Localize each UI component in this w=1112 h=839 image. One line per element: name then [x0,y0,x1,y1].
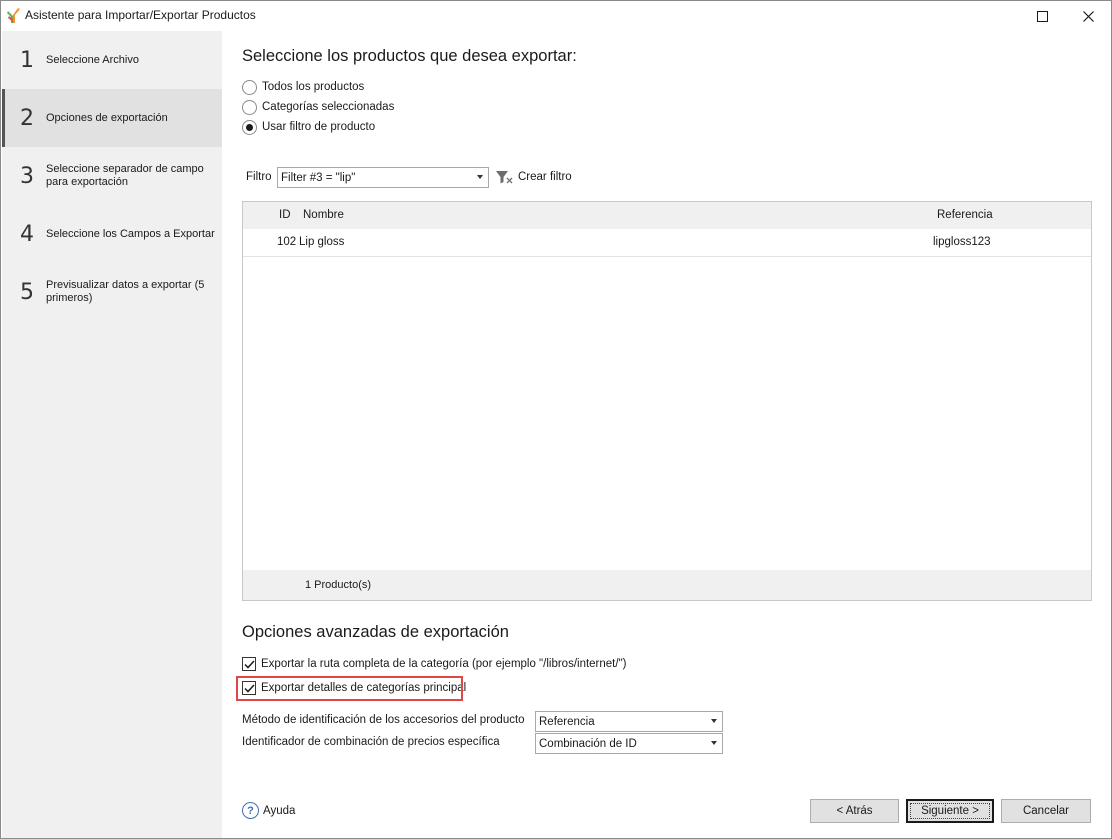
product-count: 1 Producto(s) [305,579,372,591]
filter-label: Filtro [246,171,272,183]
filter-dropdown[interactable]: Filter #3 = "lip" [277,167,489,188]
table-row[interactable]: 102 Lip gloss lipgloss123 [243,229,1091,257]
checkmark-icon [243,659,255,669]
maximize-icon [1036,10,1048,22]
next-button[interactable]: Siguiente > [906,799,994,823]
products-grid: ID Nombre Referencia 102 Lip gloss lipgl… [242,201,1092,601]
help-label: Ayuda [263,804,296,817]
page-title: Seleccione los productos que desea expor… [242,47,577,65]
radio-button[interactable] [242,99,257,115]
wizard-steps-sidebar: 1 Seleccione Archivo 2 Opciones de expor… [2,31,222,838]
window-title: Asistente para Importar/Exportar Product… [25,8,256,22]
create-filter-label: Crear filtro [518,171,572,183]
radio-use-product-filter[interactable]: Usar filtro de producto [242,119,375,135]
checkbox-label: Exportar la ruta completa de la categorí… [261,658,627,670]
filter-funnel-icon [496,171,513,184]
cancel-button-label: Cancelar [1022,805,1070,817]
close-button[interactable] [1065,1,1111,31]
combination-identifier-label: Identificador de combinación de precios … [242,736,500,748]
cell-reference: lipgloss123 [933,236,991,248]
checkbox[interactable] [242,657,256,671]
radio-button[interactable] [242,79,257,95]
maximize-button[interactable] [1019,1,1065,31]
filter-dropdown-value: Filter #3 = "lip" [281,171,356,184]
step-item-select-file[interactable]: 1 Seleccione Archivo [2,31,222,89]
radio-label: Todos los productos [262,81,365,93]
accessories-method-label: Método de identificación de los accesori… [242,714,525,726]
close-icon [1082,10,1094,22]
step-number: 2 [20,105,34,131]
step-label: Seleccione Archivo [46,53,139,66]
highlight-annotation [236,676,463,701]
radio-all-products[interactable]: Todos los productos [242,79,364,95]
step-item-select-fields[interactable]: 4 Seleccione los Campos a Exportar [2,205,222,263]
next-button-label: Siguiente > [910,803,990,819]
radio-label: Usar filtro de producto [262,121,376,133]
combination-identifier-value: Combinación de ID [539,737,637,750]
cancel-button[interactable]: Cancelar [1001,799,1091,823]
cell-name: Lip gloss [299,236,345,248]
step-item-preview[interactable]: 5 Previsualizar datos a exportar (5 prim… [2,263,222,321]
chevron-down-icon [477,175,483,179]
step-number: 4 [20,221,34,247]
radio-selected-categories[interactable]: Categorías seleccionadas [242,99,394,115]
radio-label: Categorías seleccionadas [262,101,395,113]
app-logo-icon [7,8,20,23]
step-label: Seleccione separador de campo para expor… [46,163,204,188]
step-label: Opciones de exportación [46,111,168,124]
column-header-reference[interactable]: Referencia [937,209,993,221]
accessories-method-dropdown[interactable]: Referencia [535,711,723,732]
grid-header: ID Nombre Referencia [243,202,1091,229]
create-filter-button[interactable]: Crear filtro [495,169,572,185]
wizard-window: Asistente para Importar/Exportar Product… [0,0,1112,839]
radio-button[interactable] [242,119,257,135]
advanced-options-heading: Opciones avanzadas de exportación [242,623,509,641]
help-link[interactable]: ? Ayuda [242,802,295,819]
column-header-id[interactable]: ID [279,209,291,221]
step-number: 3 [20,163,34,189]
step-label: Previsualizar datos a exportar (5 primer… [46,279,205,304]
column-header-name[interactable]: Nombre [303,209,344,221]
chevron-down-icon [711,741,717,745]
active-step-marker [2,89,5,147]
step-item-field-separator[interactable]: 3 Seleccione separador de campo para exp… [2,147,222,205]
cell-id: 102 [277,236,297,248]
step-number: 5 [20,279,34,305]
step-number: 1 [20,47,34,73]
step-item-export-options[interactable]: 2 Opciones de exportación [2,89,222,147]
title-bar: Asistente para Importar/Exportar Product… [1,1,1111,31]
help-question-icon: ? [242,802,259,819]
combination-identifier-dropdown[interactable]: Combinación de ID [535,733,723,754]
checkbox-export-full-category-path[interactable]: Exportar la ruta completa de la categorí… [242,656,626,672]
back-button-label: < Atrás [836,805,873,817]
grid-footer: 1 Producto(s) [243,570,1091,600]
step-label: Seleccione los Campos a Exportar [46,227,215,240]
accessories-method-value: Referencia [539,715,595,728]
back-button[interactable]: < Atrás [810,799,899,823]
chevron-down-icon [711,719,717,723]
